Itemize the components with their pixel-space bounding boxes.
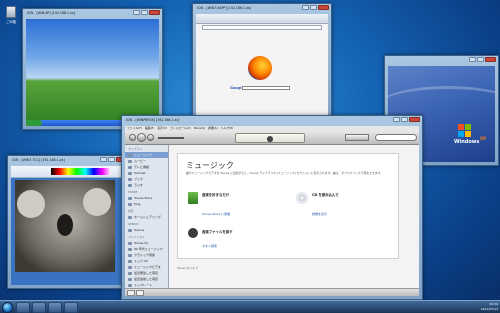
itunes-vm-window[interactable]: ICW - [WINPRPXX] [192.168.1.xx] ファイル(F) …: [121, 115, 423, 300]
firefox-vm-titlebar[interactable]: ICW - [WIN7-64PP] [192.168.1.xx]: [193, 4, 331, 12]
option-files-title: 音楽ファイルを探す: [202, 230, 233, 234]
itunes-vm-titlebar[interactable]: ICW - [WINPRPXX] [192.168.1.xx]: [122, 116, 422, 124]
sidebar-section-header: STORE: [128, 190, 138, 194]
page-title: ミュージック: [186, 161, 234, 170]
menu-controls[interactable]: コントロール(C): [170, 126, 191, 130]
itunes-main: ミュージック 曲やミュージックビデオを iTunes に追加すると、iTunes…: [169, 145, 419, 288]
firefox-vm-window[interactable]: ICW - [WIN7-64PP] [192.168.1.xx] Google: [192, 3, 332, 125]
sidebar-section-header: GENIUS: [128, 222, 139, 226]
search-input[interactable]: [375, 134, 417, 141]
koala-nose: [57, 214, 73, 236]
search-files-icon: [188, 228, 198, 238]
close-icon[interactable]: [149, 10, 160, 15]
itunes-vm-title: ICW - [WINPRPXX] [192.168.1.xx]: [126, 118, 180, 122]
sidebar-section-header: ライブラリ: [128, 147, 142, 151]
lcd-display: [235, 133, 305, 143]
maximize-icon[interactable]: [141, 10, 148, 15]
taskbar-media-button[interactable]: [48, 302, 62, 313]
close-icon[interactable]: [318, 5, 329, 10]
close-icon[interactable]: [409, 117, 420, 122]
koala-image: [15, 180, 115, 272]
koala-ear-right: [83, 188, 111, 216]
taskbar: 20:36 2011/07/13: [0, 300, 500, 313]
view-buttons[interactable]: [345, 134, 369, 141]
apple-icon: [267, 136, 273, 142]
koala-ear-left: [17, 190, 45, 218]
itunes-statusbar: [125, 288, 419, 296]
url-bar[interactable]: [202, 25, 322, 30]
xp-vm-window[interactable]: ICW - [WIN-XP] [192.168.1.xx]: [22, 8, 163, 130]
taskbar-ie-button[interactable]: [16, 302, 30, 313]
option-store-link[interactable]: iTunes Store に移動: [202, 212, 230, 216]
maximize-icon[interactable]: [310, 5, 317, 10]
sidebar-item-genius[interactable]: Genius: [125, 227, 168, 233]
add-playlist-button[interactable]: [127, 290, 135, 296]
menu-advanced[interactable]: 詳細(A): [208, 126, 218, 130]
play-icon[interactable]: [137, 133, 146, 142]
sidebar-section-header: プレイリスト: [128, 235, 145, 239]
color-palette[interactable]: [51, 168, 111, 175]
taskbar-explorer-button[interactable]: [32, 302, 46, 313]
windows-label: Windows: [454, 139, 480, 145]
menu-edit[interactable]: 編集(E): [145, 126, 155, 130]
paint-ribbon: [11, 166, 126, 178]
maximize-icon[interactable]: [401, 117, 408, 122]
sidebar-item-ping[interactable]: Ping: [125, 201, 168, 207]
search-input[interactable]: [242, 86, 290, 90]
option-files-link[interactable]: 今すぐ検索: [202, 244, 217, 248]
shuffle-button[interactable]: [136, 290, 144, 296]
option-cd-title: CD を読み込んで: [312, 193, 339, 197]
minimize-icon[interactable]: [469, 57, 476, 62]
menu-store[interactable]: Store(S): [194, 126, 205, 130]
paint-vm-window[interactable]: ICW - [WIN7-7CC] [192.168.1.xx]: [7, 155, 130, 289]
footer-help[interactable]: iTunes のヘルプ: [177, 266, 198, 270]
menu-help[interactable]: ヘルプ(H): [221, 126, 234, 130]
menu-view[interactable]: 表示(V): [157, 126, 167, 130]
recycle-bin-icon[interactable]: ごみ箱: [2, 6, 20, 24]
minimize-icon[interactable]: [393, 117, 400, 122]
paint-vm-titlebar[interactable]: ICW - [WIN7-7CC] [192.168.1.xx]: [8, 156, 129, 164]
winxp-logo-titlebar[interactable]: [385, 56, 498, 64]
firefox-logo-icon: [248, 56, 272, 80]
itunes-sidebar: ライブラリ ミュージック ムービー テレビ番組 Podcast ブック ラジオ …: [125, 145, 169, 288]
store-bag-icon: [188, 192, 198, 204]
taskbar-vm-button[interactable]: [64, 302, 78, 313]
clock-date: 2011/07/13: [480, 307, 498, 311]
menu-file[interactable]: ファイル(F): [127, 126, 142, 130]
close-icon[interactable]: [485, 57, 496, 62]
maximize-icon[interactable]: [477, 57, 484, 62]
minimize-icon[interactable]: [302, 5, 309, 10]
xp-label: XP: [480, 136, 487, 141]
sidebar-item-radio[interactable]: ラジオ: [125, 182, 168, 188]
next-track-icon[interactable]: [147, 134, 154, 141]
minimize-icon[interactable]: [133, 10, 140, 15]
paint-view[interactable]: [11, 166, 126, 285]
xp-start-button[interactable]: [26, 120, 42, 126]
browser-toolbar: [196, 14, 328, 24]
volume-slider[interactable]: [158, 137, 184, 139]
previous-track-icon[interactable]: [129, 134, 136, 141]
description-text: 曲やミュージックビデオを iTunes に追加すると、iTunes ライブラリの…: [186, 171, 383, 175]
trash-icon: [6, 6, 16, 18]
option-store-title: 音楽を好きなだけ: [202, 193, 230, 197]
itunes-view[interactable]: ファイル(F) 編集(E) 表示(V) コントロール(C) Store(S) 詳…: [125, 126, 419, 296]
firefox-vm-title: ICW - [WIN7-64PP] [192.168.1.xx]: [197, 6, 252, 10]
recycle-bin-label: ごみ箱: [6, 20, 16, 24]
sidebar-item-home-sharing[interactable]: ホームシェアリング: [125, 214, 168, 220]
music-welcome-card: ミュージック 曲やミュージックビデオを iTunes に追加すると、iTunes…: [177, 153, 399, 259]
option-cd-link[interactable]: 詳細を表示: [312, 212, 327, 216]
start-button[interactable]: [2, 302, 13, 313]
xp-vm-title: ICW - [WIN-XP] [192.168.1.xx]: [27, 11, 76, 15]
itunes-toolbar: [125, 131, 419, 145]
xp-desktop-view[interactable]: [26, 19, 159, 126]
cd-icon: [296, 192, 308, 204]
system-tray[interactable]: 20:36 2011/07/13: [481, 301, 498, 313]
maximize-icon[interactable]: [108, 157, 115, 162]
windows-flag-icon: [458, 124, 472, 138]
paint-vm-title: ICW - [WIN7-7CC] [192.168.1.xx]: [12, 158, 65, 162]
minimize-icon[interactable]: [100, 157, 107, 162]
sidebar-section-header: 共有: [128, 209, 134, 213]
xp-vm-titlebar[interactable]: ICW - [WIN-XP] [192.168.1.xx]: [23, 9, 162, 17]
firefox-view[interactable]: Google: [196, 14, 328, 121]
